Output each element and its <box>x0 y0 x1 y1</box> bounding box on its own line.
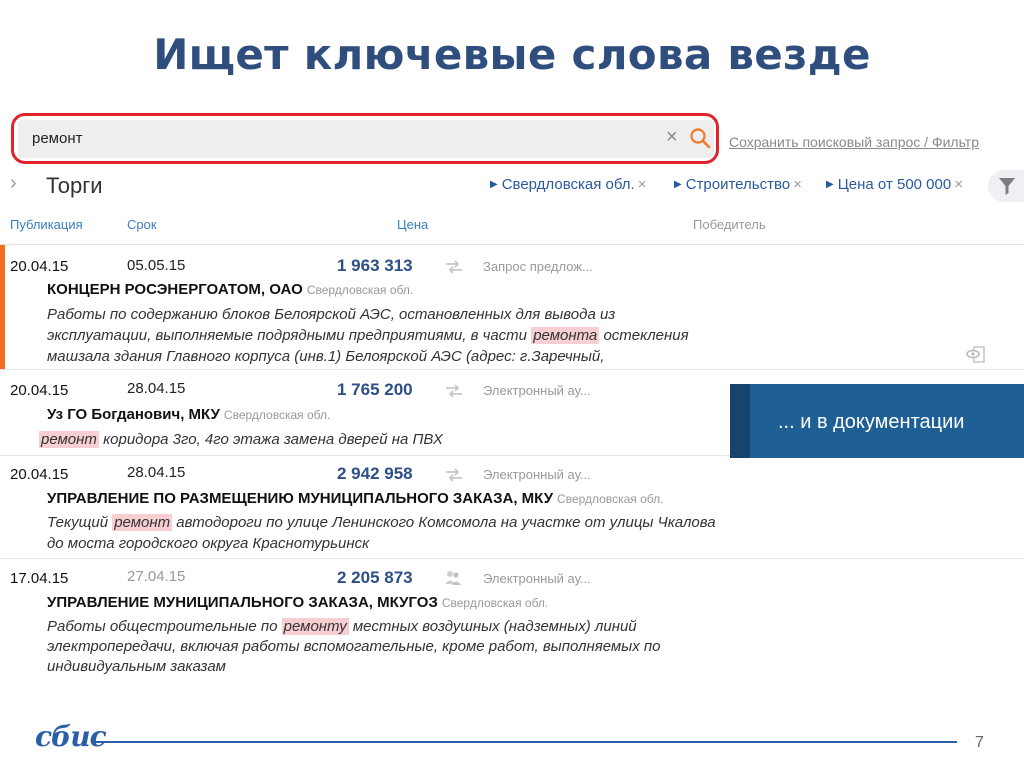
filter-chip-label: Цена от 500 000 <box>837 176 952 193</box>
filter-chip-price[interactable]: ▶ Цена от 500 000 × <box>826 176 963 193</box>
price-value: 2 205 873 <box>337 568 413 587</box>
triangle-right-icon: ▶ <box>826 179 834 190</box>
transfer-arrows-icon <box>446 384 462 398</box>
chevron-right-icon[interactable]: › <box>10 172 17 195</box>
close-icon[interactable]: × <box>793 176 802 193</box>
tender-description: Работы по содержанию блоков Белоярской А… <box>47 306 689 365</box>
participants-icon <box>445 571 461 585</box>
callout-text: ... и в документации <box>778 411 965 433</box>
organization-name[interactable]: Уз ГО Богданович, МКУ Свердловская обл. <box>47 406 330 423</box>
publication-date: 20.04.15 <box>10 466 69 483</box>
organization-name[interactable]: УПРАВЛЕНИЕ МУНИЦИПАЛЬНОГО ЗАКАЗА, МКУГОЗ… <box>47 594 548 611</box>
region-label: Свердловская обл. <box>557 492 664 506</box>
funnel-icon <box>999 178 1015 195</box>
deadline-date: 05.05.15 <box>127 257 186 274</box>
deadline-date: 28.04.15 <box>127 464 186 481</box>
table-row[interactable]: 20.04.15 28.04.15 2 942 958 Электронный … <box>0 456 1024 556</box>
procurement-type: Электронный ау... <box>483 571 591 586</box>
transfer-arrows-icon <box>446 260 462 274</box>
close-icon[interactable]: × <box>954 176 963 193</box>
column-header-price[interactable]: Цена <box>397 217 428 232</box>
tender-description: Текущий ремонт автодороги по улице Ленин… <box>47 514 716 552</box>
publication-date: 20.04.15 <box>10 258 69 275</box>
column-header-deadline[interactable]: Срок <box>127 217 157 232</box>
slide-title: Ищет ключевые слова везде <box>153 30 871 79</box>
sbis-logo: сбис <box>35 720 107 753</box>
search-field[interactable]: ремонт × <box>18 120 714 158</box>
keyword-highlight: ремонту <box>281 618 349 635</box>
price-value: 1 963 313 <box>337 256 413 275</box>
section-nav: › Торги ▶ Свердловская обл. × ▶ Строительст… <box>0 168 1024 202</box>
region-label: Свердловская обл. <box>306 283 414 297</box>
triangle-right-icon: ▶ <box>674 179 682 190</box>
deadline-date: 28.04.15 <box>127 380 186 397</box>
tender-description: Работы общестроительные по ремонту местн… <box>47 618 661 675</box>
callout-fold <box>730 384 750 458</box>
transfer-arrows-icon <box>446 468 462 482</box>
region-label: Свердловская обл. <box>441 596 549 610</box>
deadline-date: 27.04.15 <box>127 568 186 585</box>
table-row[interactable]: 17.04.15 27.04.15 2 205 873 Электронный … <box>0 559 1024 679</box>
triangle-right-icon: ▶ <box>490 179 498 190</box>
price-value: 1 765 200 <box>337 380 413 399</box>
column-header-winner: Победитель <box>693 217 766 232</box>
section-title: Торги <box>46 173 103 198</box>
organization-name[interactable]: КОНЦЕРН РОСЭНЕРГОАТОМ, ОАО Свердловская о… <box>47 281 413 298</box>
keyword-highlight: ремонт <box>39 431 99 448</box>
procurement-type: Запрос предлож... <box>483 259 593 274</box>
filter-button[interactable] <box>988 170 1024 202</box>
publication-date: 17.04.15 <box>10 570 69 587</box>
procurement-type: Электронный ау... <box>483 383 591 398</box>
organization-name[interactable]: УПРАВЛЕНИЕ ПО РАЗМЕЩЕНИЮ МУНИЦИПАЛЬНОГО … <box>47 490 663 507</box>
keyword-highlight: ремонт <box>112 514 173 531</box>
filter-chip-label: Свердловская обл. <box>501 176 635 193</box>
price-value: 2 942 958 <box>337 464 413 483</box>
filter-chip-category[interactable]: ▶ Строительство × <box>674 176 802 193</box>
page-number: 7 <box>975 734 984 751</box>
filter-chip-label: Строительство <box>685 176 791 193</box>
column-header-publication[interactable]: Публикация <box>10 217 83 232</box>
close-icon[interactable]: × <box>666 126 678 149</box>
footer-divider <box>95 741 957 743</box>
table-row[interactable]: 20.04.15 05.05.15 1 963 313 Запрос предл… <box>0 245 1024 369</box>
magnifier-icon[interactable] <box>688 126 712 150</box>
filter-chip-region[interactable]: ▶ Свердловская обл. × <box>490 176 646 193</box>
region-label: Свердловская обл. <box>223 408 331 422</box>
publication-date: 20.04.15 <box>10 382 69 399</box>
tender-description: ремонт коридора 3го, 4го этажа замена дв… <box>39 431 443 448</box>
save-search-query-link[interactable]: Сохранить поисковый запрос / Фильтр <box>729 134 979 150</box>
keyword-highlight: ремонта <box>531 327 600 344</box>
procurement-type: Электронный ау... <box>483 467 591 482</box>
close-icon[interactable]: × <box>638 176 647 193</box>
view-document-icon[interactable] <box>965 345 987 365</box>
search-input[interactable]: ремонт <box>32 130 83 147</box>
